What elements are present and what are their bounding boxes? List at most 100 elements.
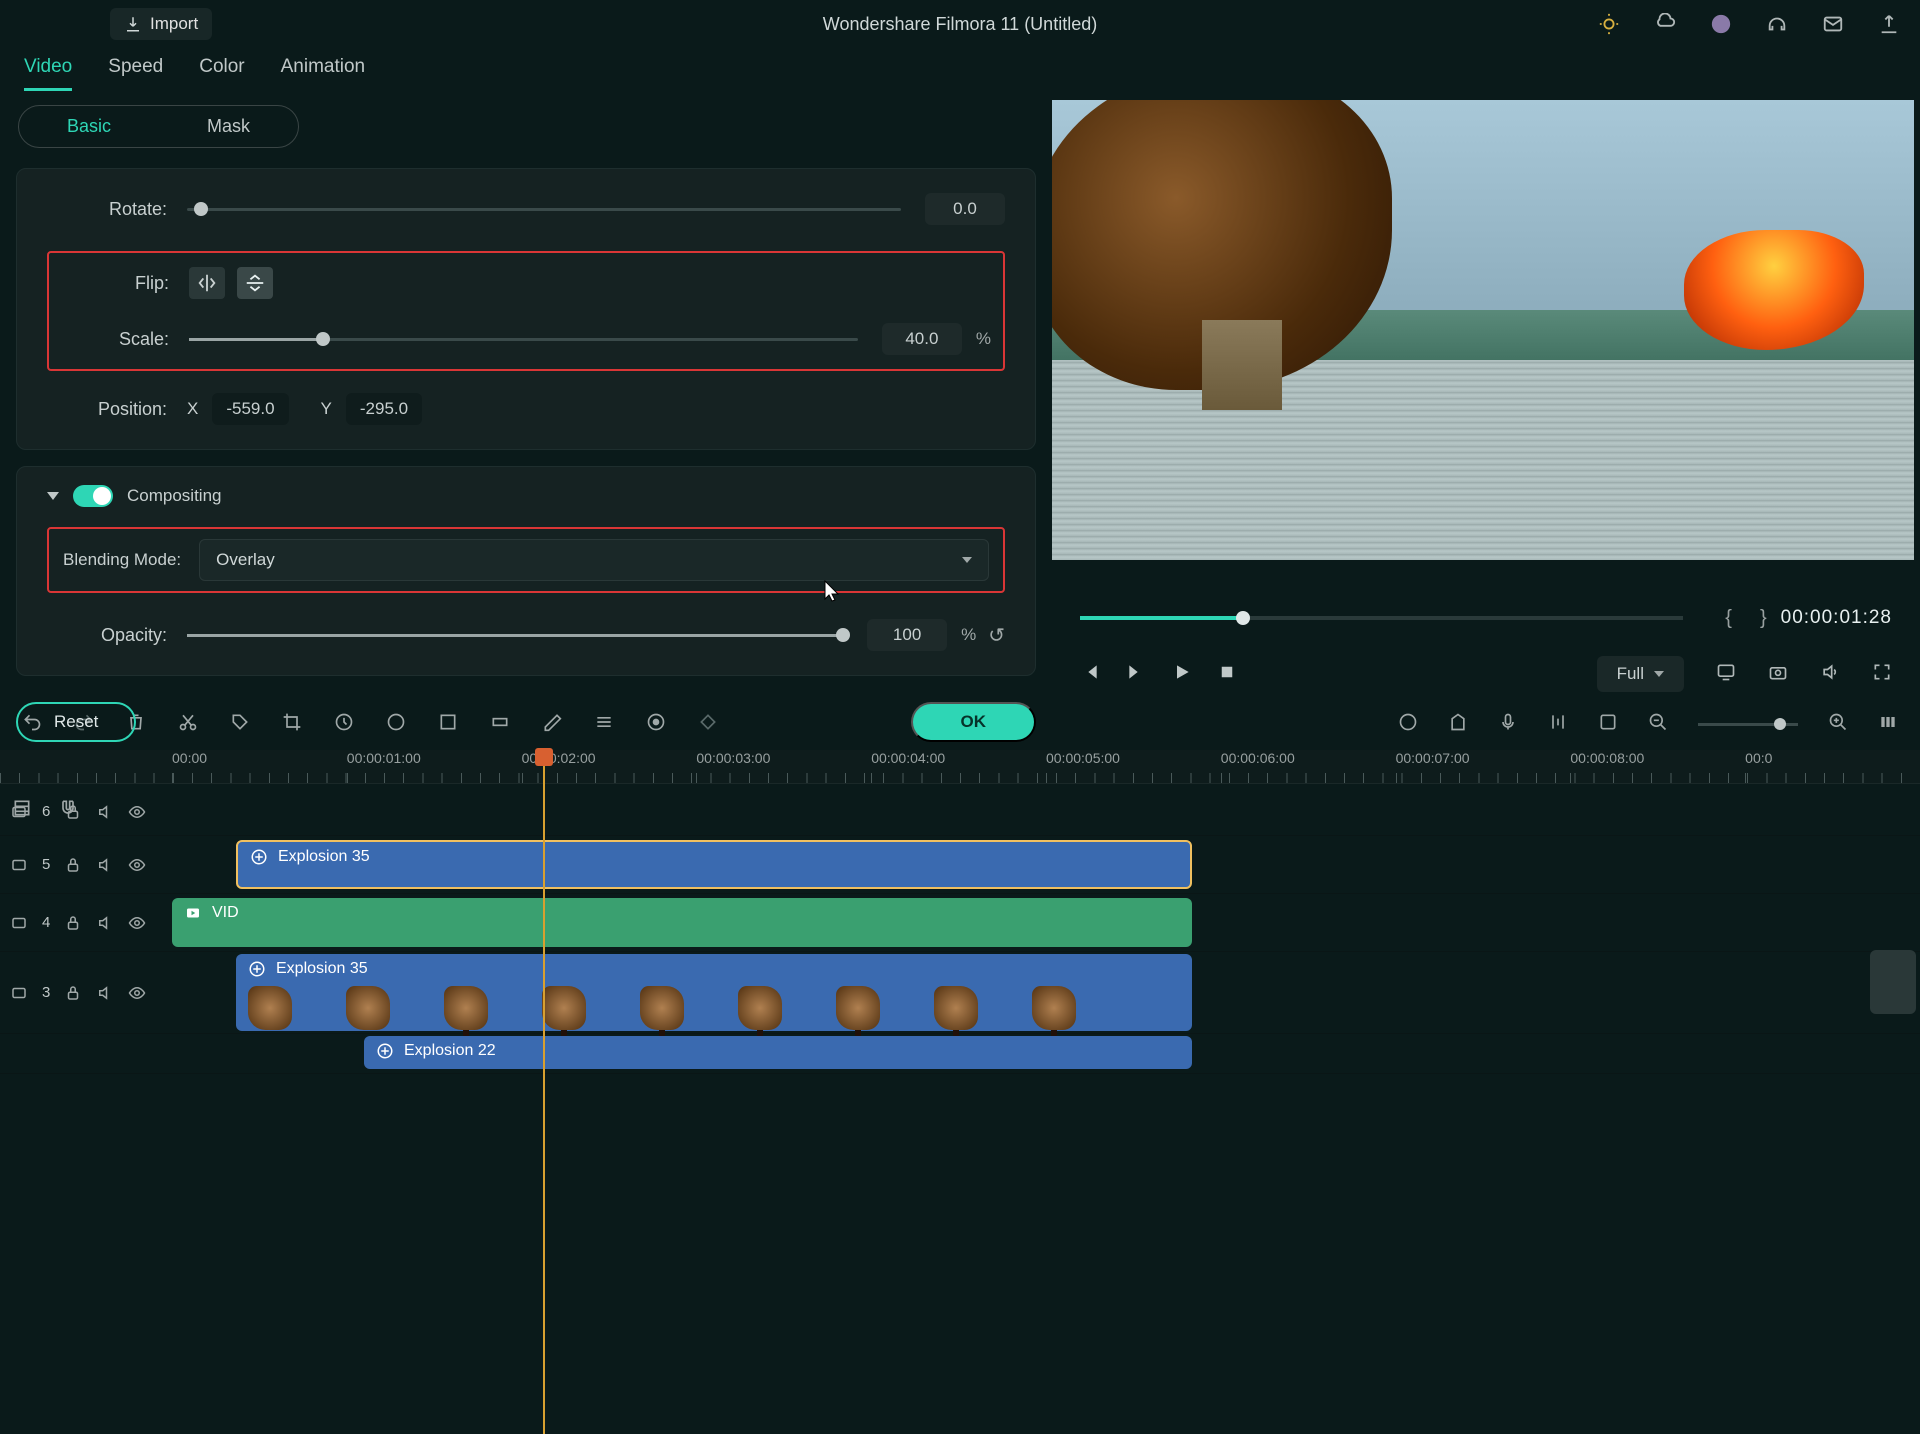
clip-explosion-22[interactable]: Explosion 22 — [364, 1036, 1192, 1069]
app-title: Wondershare Filmora 11 (Untitled) — [823, 14, 1097, 35]
scale-value[interactable]: 40.0 — [882, 323, 962, 355]
timeline-scroll-thumb[interactable] — [1870, 950, 1916, 1014]
opacity-reset-icon[interactable]: ↺ — [988, 623, 1005, 648]
mute-icon[interactable] — [96, 856, 114, 874]
voiceover-icon[interactable] — [1498, 712, 1518, 737]
app-header: Import Wondershare Filmora 11 (Untitled) — [0, 0, 1920, 48]
scale-label: Scale: — [61, 329, 189, 350]
preview-panel: { } 00:00:01:28 Full — [1052, 48, 1920, 698]
mute-icon[interactable] — [96, 914, 114, 932]
flip-horizontal-button[interactable] — [189, 267, 225, 299]
stop-button[interactable] — [1218, 663, 1236, 686]
timecode-display: 00:00:01:28 — [1781, 607, 1892, 629]
reset-button[interactable]: Reset — [16, 702, 136, 742]
export-icon[interactable] — [1878, 13, 1900, 35]
playhead[interactable] — [543, 750, 545, 1434]
position-x-input[interactable]: -559.0 — [212, 393, 288, 425]
cloud-icon[interactable] — [1654, 13, 1676, 35]
clip-explosion-35-bottom[interactable]: Explosion 35 — [236, 954, 1192, 1031]
flip-vertical-button[interactable] — [237, 267, 273, 299]
zoom-out-icon[interactable] — [1648, 712, 1668, 737]
opacity-value[interactable]: 100 — [867, 619, 947, 651]
track-number: 3 — [42, 984, 50, 1001]
tab-color[interactable]: Color — [199, 56, 244, 91]
compositing-toggle[interactable] — [73, 485, 113, 507]
next-frame-button[interactable] — [1126, 662, 1146, 687]
import-button[interactable]: Import — [110, 8, 212, 40]
position-y-input[interactable]: -295.0 — [346, 393, 422, 425]
rotate-value[interactable]: 0.0 — [925, 193, 1005, 225]
preview-canvas[interactable] — [1052, 100, 1914, 560]
blend-mode-select[interactable]: Overlay — [199, 539, 989, 581]
subtab-mask[interactable]: Mask — [159, 106, 298, 147]
opacity-slider[interactable] — [187, 634, 843, 637]
tab-video[interactable]: Video — [24, 56, 72, 91]
collapse-icon[interactable] — [47, 492, 59, 500]
track-manager-icon[interactable] — [12, 798, 32, 823]
compositing-section: Compositing Blending Mode: Overlay Opaci… — [16, 466, 1036, 676]
blend-mode-value: Overlay — [216, 550, 275, 570]
clip-vid[interactable]: VID — [172, 898, 1192, 947]
zoom-in-icon[interactable] — [1828, 712, 1848, 737]
property-tabs: Video Speed Color Animation — [10, 48, 1042, 91]
preview-quality-label: Full — [1617, 664, 1644, 684]
visibility-icon[interactable] — [128, 803, 146, 821]
mark-in-icon[interactable]: { — [1725, 607, 1732, 630]
play-button[interactable] — [1172, 662, 1192, 687]
rotate-slider[interactable] — [187, 208, 901, 211]
header-icons — [1598, 13, 1900, 35]
snapshot-icon[interactable] — [1768, 662, 1788, 687]
tips-icon[interactable] — [1598, 13, 1620, 35]
headset-icon[interactable] — [1766, 13, 1788, 35]
lock-icon[interactable] — [64, 984, 82, 1002]
mail-icon[interactable] — [1822, 13, 1844, 35]
track-row-4: 4 VID — [0, 894, 1920, 952]
display-icon[interactable] — [1716, 662, 1736, 687]
volume-icon[interactable] — [1820, 662, 1840, 687]
track-row-3: 3 Explosion 35 — [0, 952, 1920, 1034]
opacity-label: Opacity: — [47, 625, 187, 646]
fit-icon[interactable] — [1878, 712, 1898, 737]
mute-icon[interactable] — [96, 984, 114, 1002]
preview-quality-select[interactable]: Full — [1597, 656, 1684, 692]
visibility-icon[interactable] — [128, 984, 146, 1002]
audio-mix-icon[interactable] — [1548, 712, 1568, 737]
marker-icon[interactable] — [1448, 712, 1468, 737]
flip-label: Flip: — [61, 273, 189, 294]
tab-speed[interactable]: Speed — [108, 56, 163, 91]
fullscreen-icon[interactable] — [1872, 662, 1892, 687]
account-icon[interactable] — [1710, 13, 1732, 35]
track-number: 5 — [42, 856, 50, 873]
import-label: Import — [150, 14, 198, 34]
timeline: 00:00 00:00:01:00 00:00:02:00 00:00:03:0… — [0, 750, 1920, 1074]
track-row-2: Explosion 22 — [0, 1034, 1920, 1074]
timeline-ruler[interactable]: 00:00 00:00:01:00 00:00:02:00 00:00:03:0… — [0, 750, 1920, 784]
track-row-5: 5 Explosion 35 — [0, 836, 1920, 894]
tab-animation[interactable]: Animation — [281, 56, 366, 91]
mark-out-icon[interactable]: } — [1760, 607, 1767, 630]
visibility-icon[interactable] — [128, 914, 146, 932]
properties-panel: Video Speed Color Animation Basic Mask R… — [0, 48, 1052, 698]
adjust-icon[interactable] — [1598, 712, 1618, 737]
preview-scrubber[interactable] — [1080, 616, 1683, 620]
cursor-pointer — [824, 580, 840, 602]
subtab-group: Basic Mask — [18, 105, 299, 148]
visibility-icon[interactable] — [128, 856, 146, 874]
magnet-icon[interactable] — [58, 798, 78, 823]
position-y-label: Y — [321, 399, 332, 419]
blend-mode-highlight: Blending Mode: Overlay — [47, 527, 1005, 593]
track-number: 4 — [42, 914, 50, 931]
mute-icon[interactable] — [96, 803, 114, 821]
render-icon[interactable] — [1398, 712, 1418, 737]
ok-button[interactable]: OK — [911, 702, 1037, 742]
clip-label: Explosion 22 — [404, 1042, 496, 1060]
lock-icon[interactable] — [64, 914, 82, 932]
scale-slider[interactable] — [189, 338, 858, 341]
lock-icon[interactable] — [64, 856, 82, 874]
clip-explosion-35-top[interactable]: Explosion 35 — [236, 840, 1192, 889]
prev-frame-button[interactable] — [1080, 662, 1100, 687]
chevron-down-icon — [1654, 671, 1664, 677]
subtab-basic[interactable]: Basic — [19, 106, 159, 147]
zoom-slider[interactable] — [1698, 723, 1798, 726]
opacity-unit: % — [961, 625, 976, 645]
